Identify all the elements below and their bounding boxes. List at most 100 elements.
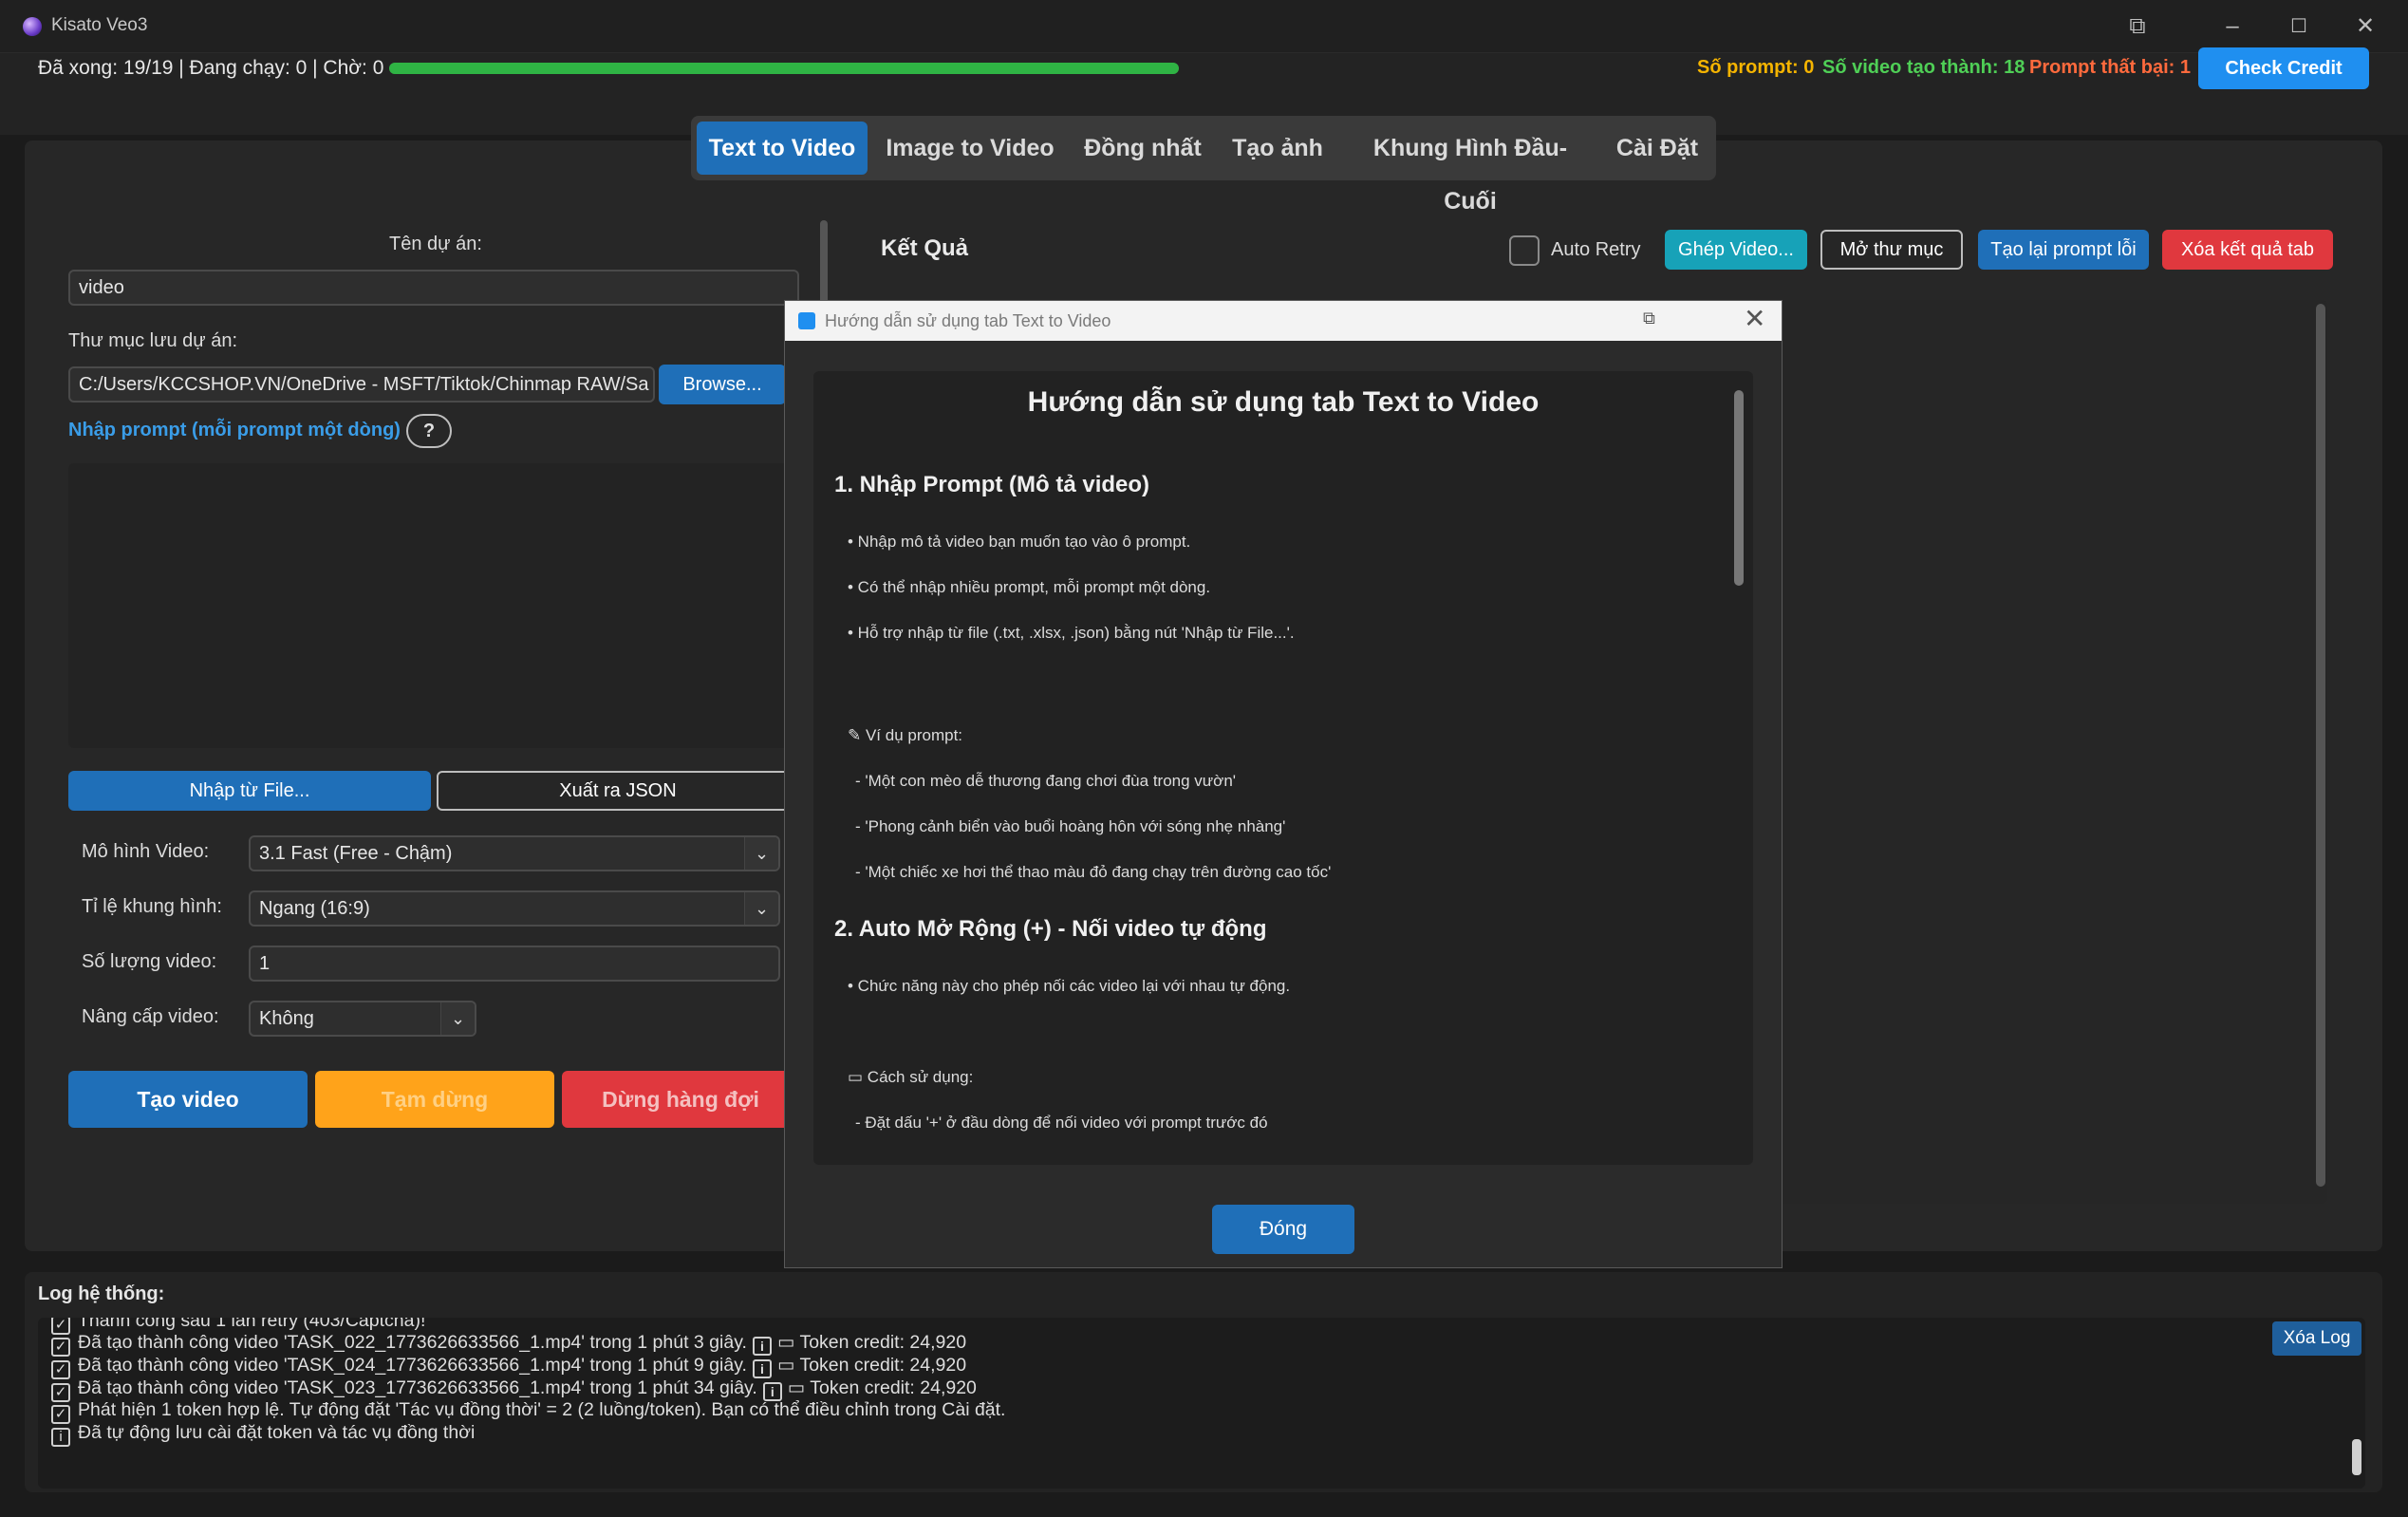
log-text: Thành công sau 1 lần retry (403/Captcha)… [78, 1318, 426, 1331]
folder-path-input[interactable]: C:/Users/KCCSHOP.VN/OneDrive - MSFT/Tikt… [68, 366, 655, 403]
app-logo-icon [23, 17, 42, 36]
project-name-input[interactable]: video [68, 270, 799, 306]
open-folder-button[interactable]: Mở thư mục [1820, 230, 1963, 270]
log-text: Đã tạo thành công video 'TASK_023_177362… [78, 1377, 757, 1398]
window-title: Kisato Veo3 [51, 15, 148, 35]
info-icon: i [752, 1337, 772, 1356]
guide-text: ✎ Ví dụ prompt: [848, 726, 962, 745]
tab-text-to-video[interactable]: Text to Video [697, 122, 868, 175]
window-titlebar [0, 0, 2408, 53]
log-text: Đã tạo thành công video 'TASK_022_177362… [78, 1332, 747, 1353]
upscale-label: Nâng cấp video: [82, 1006, 219, 1027]
log-line: ✓ Đã tạo thành công video 'TASK_023_17736… [51, 1377, 977, 1402]
maximize-button[interactable]: ☐ [2270, 8, 2327, 46]
upscale-select[interactable]: Không ⌄ [249, 1001, 476, 1037]
browse-button[interactable]: Browse... [659, 365, 786, 404]
tab-cai-dat[interactable]: Cài Đặt [1610, 122, 1705, 175]
dialog-content: Hướng dẫn sử dụng tab Text to Video 1. N… [813, 371, 1753, 1165]
model-select-value: 3.1 Fast (Free - Chậm) [259, 843, 453, 864]
progress-bar [389, 63, 1179, 74]
help-dialog: Hướng dẫn sử dụng tab Text to Video ⧉ ✕ … [784, 300, 1783, 1268]
guide-text: - 'Phong cảnh biển vào buổi hoàng hôn vớ… [855, 817, 1286, 835]
chevron-down-icon[interactable]: ⌄ [744, 892, 778, 925]
guide-text: ▭ Cách sử dụng: [848, 1068, 973, 1087]
dialog-scrollbar[interactable] [1734, 390, 1744, 586]
tab-image-to-video[interactable]: Image to Video [875, 122, 1065, 175]
clear-log-button[interactable]: Xóa Log [2272, 1321, 2361, 1356]
create-video-button[interactable]: Tạo video [68, 1071, 308, 1128]
info-icon: i [762, 1382, 782, 1401]
card-icon: ▭ [776, 1332, 800, 1353]
ratio-select[interactable]: Ngang (16:9) ⌄ [249, 890, 780, 927]
snap-layout-icon[interactable]: ⧉ [2109, 8, 2166, 46]
section-heading: 1. Nhập Prompt (Mô tả video) [834, 472, 1150, 497]
log-line: ✓ Đã tạo thành công video 'TASK_022_17736… [51, 1331, 966, 1357]
dialog-title: Hướng dẫn sử dụng tab Text to Video [825, 311, 1111, 330]
log-token: Token credit: 24,920 [799, 1332, 967, 1353]
results-title: Kết Quả [881, 235, 969, 261]
progress-bar-fill [389, 63, 1179, 74]
dialog-close-icon[interactable]: ✕ [1744, 303, 1765, 334]
upscale-select-value: Không [259, 1008, 314, 1029]
tab-dong-nhat[interactable]: Đồng nhất [1074, 122, 1211, 175]
export-json-button[interactable]: Xuất ra JSON [437, 771, 799, 811]
log-line: i Đã tự động lưu cài đặt token và tác vụ … [51, 1422, 475, 1447]
log-text: Đã tạo thành công video 'TASK_024_177362… [78, 1355, 747, 1376]
guide-text: • Nhập mô tả video bạn muốn tạo vào ô pr… [848, 533, 1191, 551]
info-icon: i [51, 1428, 70, 1447]
log-scrollbar[interactable] [2352, 1439, 2361, 1475]
pause-button[interactable]: Tạm dừng [315, 1071, 554, 1128]
guide-text: - 'Một chiếc xe hơi thể thao màu đỏ đang… [855, 863, 1332, 881]
auto-retry-label: Auto Retry [1551, 239, 1641, 260]
close-window-button[interactable]: ✕ [2337, 8, 2394, 46]
section-heading: 2. Auto Mở Rộng (+) - Nối video tự động [834, 916, 1267, 942]
guide-text: - 'Một con mèo dễ thương đang chơi đùa t… [855, 772, 1237, 790]
model-select[interactable]: 3.1 Fast (Free - Chậm) ⌄ [249, 835, 780, 871]
prompt-count: Số prompt: 0 [1697, 57, 1815, 78]
card-icon: ▭ [776, 1355, 800, 1376]
prompt-failed-count: Prompt thất bại: 1 [2029, 57, 2192, 78]
stop-queue-button[interactable]: Dừng hàng đợi [562, 1071, 799, 1128]
import-file-button[interactable]: Nhập từ File... [68, 771, 431, 811]
dialog-app-icon [798, 312, 815, 329]
log-token: Token credit: 24,920 [799, 1355, 967, 1376]
check-credit-button[interactable]: Check Credit [2198, 47, 2369, 89]
log-text: Đã tự động lưu cài đặt token và tác vụ đ… [78, 1422, 476, 1443]
guide-text: • Có thể nhập nhiều prompt, mỗi prompt m… [848, 578, 1211, 596]
minimize-button[interactable]: – [2204, 8, 2261, 46]
guide-text: • Chức năng này cho phép nối các video l… [848, 977, 1291, 995]
guide-text: - Đặt dấu '+' ở đầu dòng để nối video vớ… [855, 1114, 1268, 1132]
results-scrollbar[interactable] [2316, 304, 2325, 1187]
help-button[interactable]: ? [406, 414, 452, 448]
merge-video-button[interactable]: Ghép Video... [1665, 230, 1807, 270]
log-text: Phát hiện 1 token hợp lệ. Tự động đặt 'T… [78, 1399, 1006, 1420]
dialog-close-button[interactable]: Đóng [1212, 1205, 1354, 1254]
log-box: ✓ Thành công sau 1 lần retry (403/Captcha… [38, 1318, 2365, 1489]
video-count-input[interactable]: 1 [249, 946, 780, 982]
video-success-count: Số video tạo thành: 18 [1822, 57, 2025, 78]
guide-text: Ví dụ prompt: [865, 726, 963, 744]
snap-layout-icon[interactable]: ⧉ [1643, 309, 1655, 328]
card-icon: ▭ [787, 1377, 811, 1398]
regen-failed-button[interactable]: Tạo lại prompt lỗi [1978, 230, 2149, 270]
log-token: Token credit: 24,920 [810, 1377, 977, 1398]
ratio-select-value: Ngang (16:9) [259, 898, 370, 919]
guide-text: • Hỗ trợ nhập từ file (.txt, .xlsx, .jso… [848, 624, 1295, 642]
ratio-label: Tỉ lệ khung hình: [82, 896, 222, 917]
tab-khung-hinh[interactable]: Khung Hình Đầu-Cuối [1352, 122, 1589, 215]
chevron-down-icon[interactable]: ⌄ [744, 837, 778, 870]
chevron-down-icon[interactable]: ⌄ [440, 1002, 475, 1035]
prompt-textarea[interactable] [68, 463, 799, 748]
log-title: Log hệ thống: [38, 1283, 165, 1304]
progress-text: Đã xong: 19/19 | Đang chạy: 0 | Chờ: 0 [38, 57, 384, 79]
memo-icon: ✎ [848, 726, 866, 744]
auto-retry-checkbox[interactable] [1509, 235, 1540, 266]
folder-label: Thư mục lưu dự án: [68, 330, 238, 351]
prompt-label: Nhập prompt (mỗi prompt một dòng) [68, 420, 401, 440]
clear-results-button[interactable]: Xóa kết quả tab [2162, 230, 2333, 270]
model-label: Mô hình Video: [82, 841, 210, 862]
dialog-heading: Hướng dẫn sử dụng tab Text to Video [1027, 386, 1540, 418]
info-icon: i [752, 1359, 772, 1378]
project-name-label: Tên dự án: [389, 234, 482, 254]
tab-tao-anh[interactable]: Tạo ảnh [1224, 122, 1331, 175]
